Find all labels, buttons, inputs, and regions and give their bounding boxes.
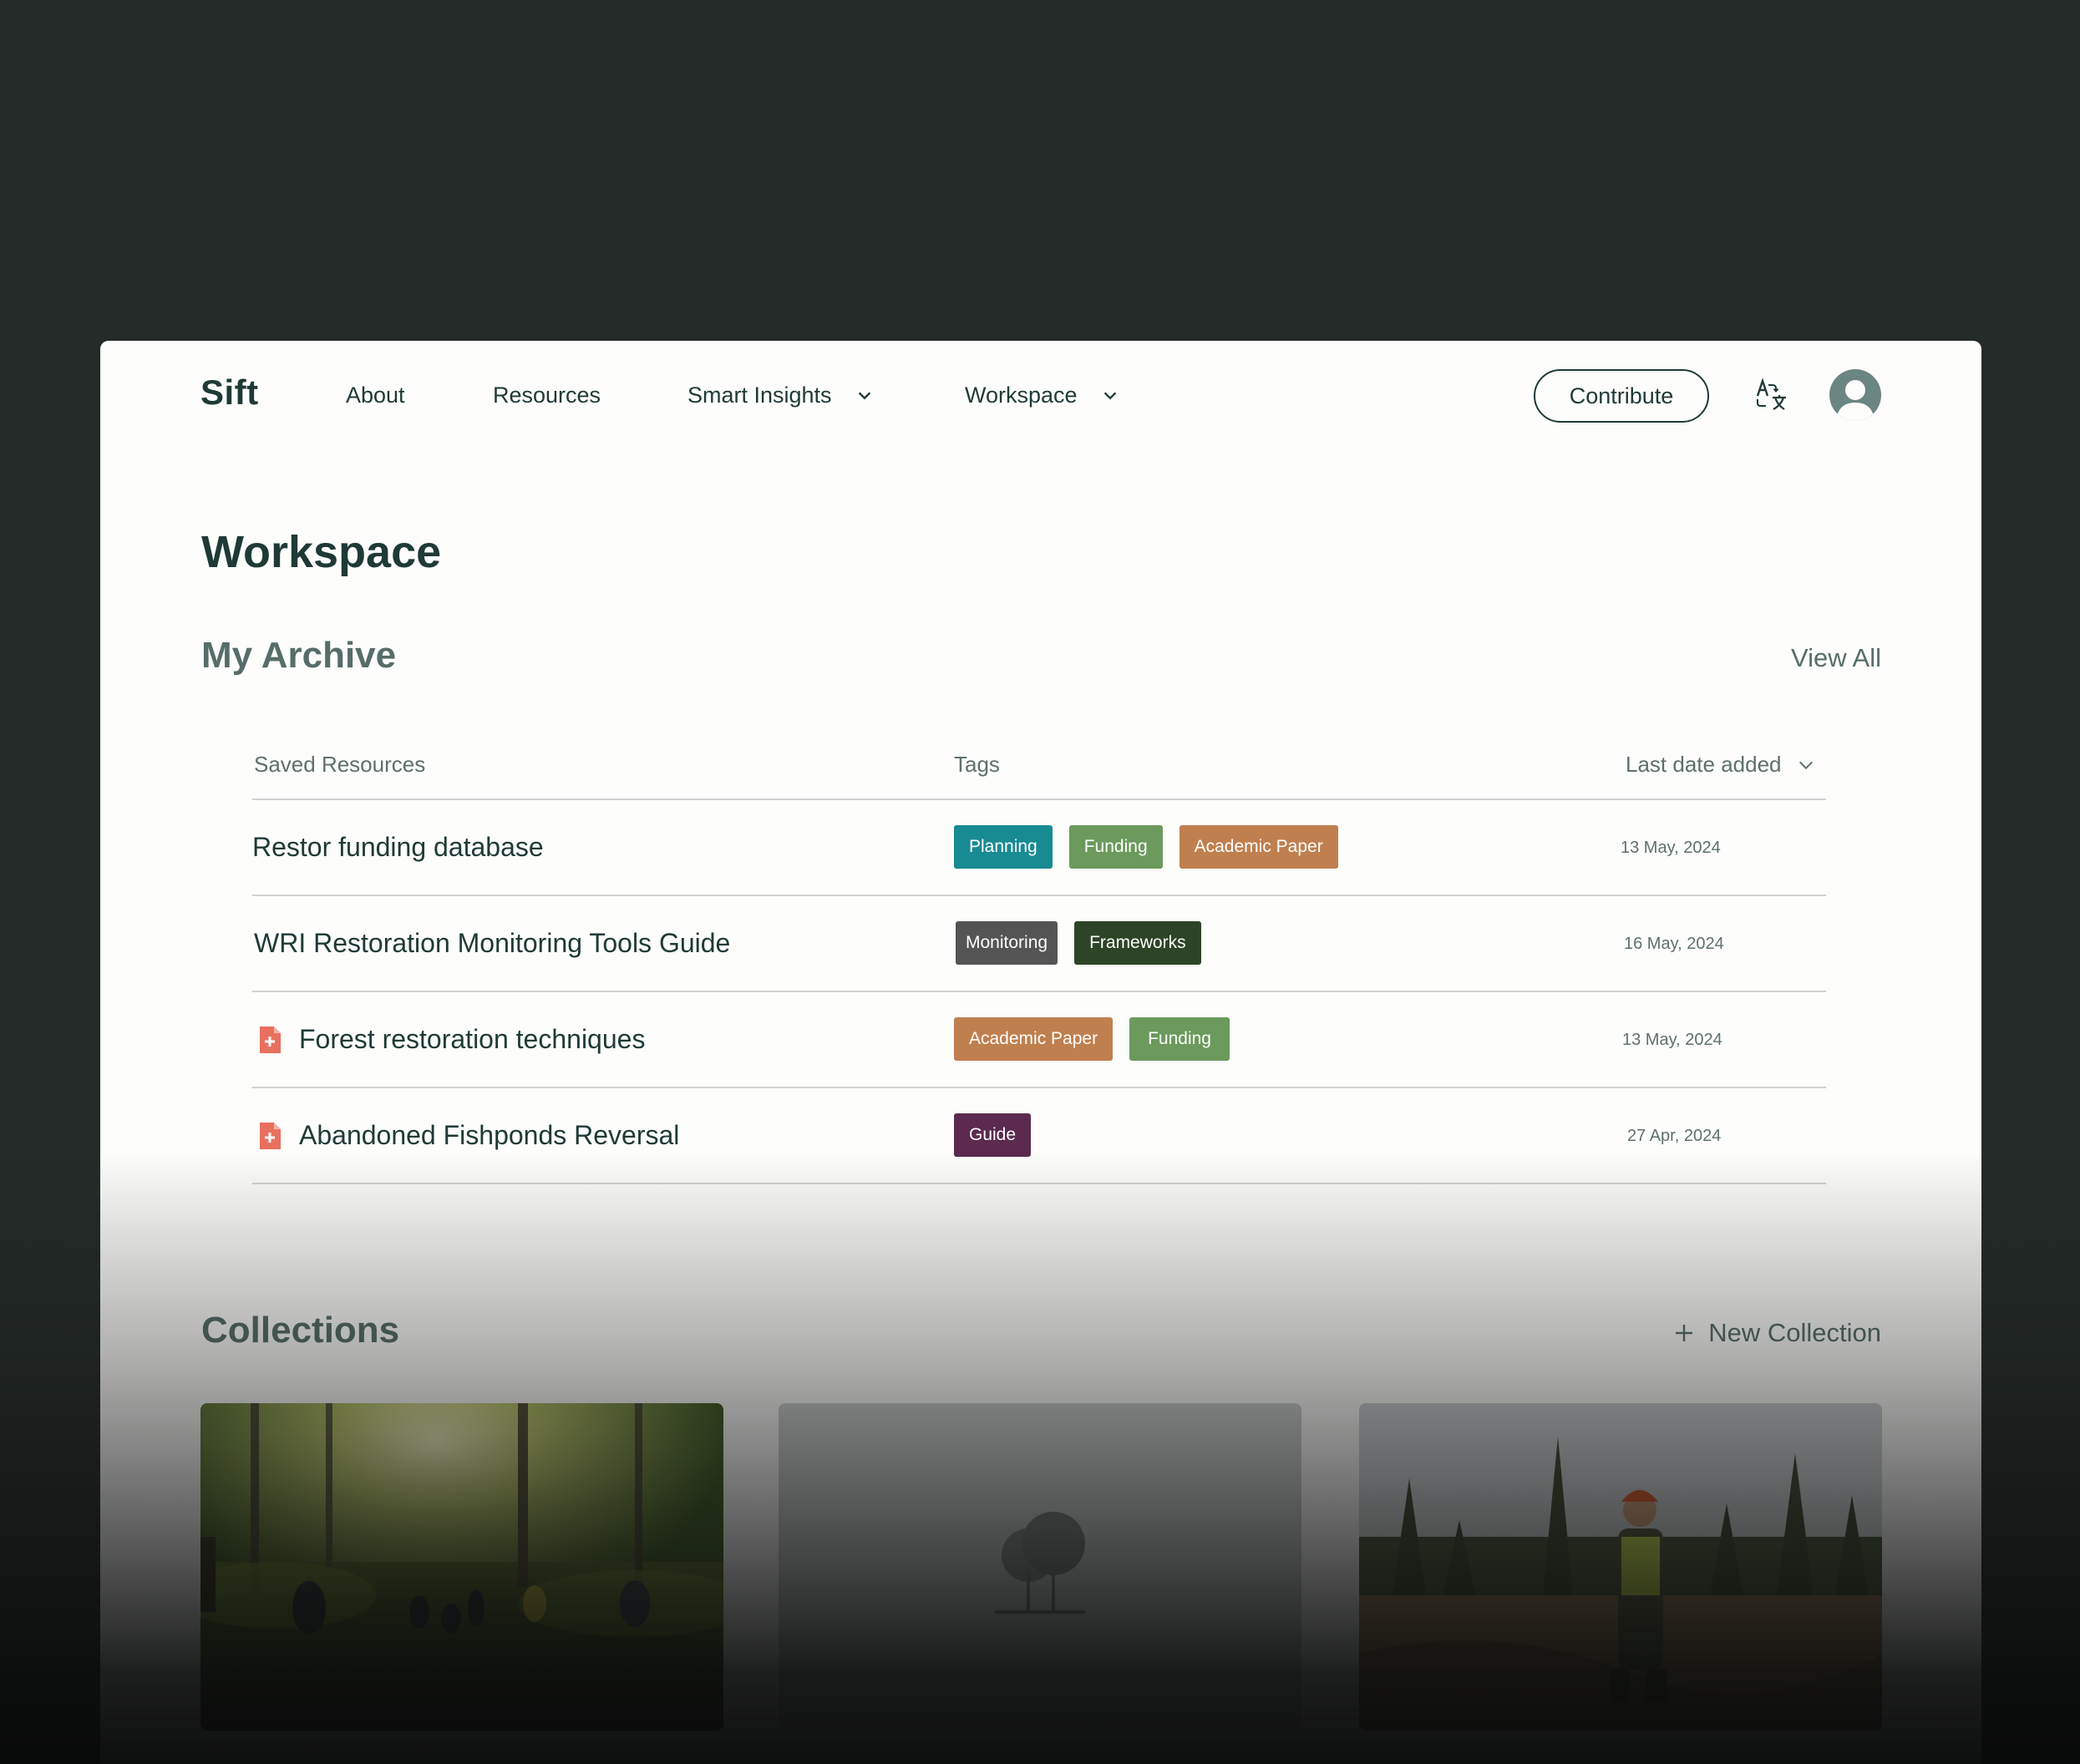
avatar[interactable] [1829,369,1881,421]
column-tags: Tags [954,752,1000,777]
resource-title[interactable]: Restor funding database [252,832,544,863]
tag-frameworks[interactable]: Frameworks [1074,921,1201,965]
tag-planning[interactable]: Planning [954,825,1053,869]
date-added: 13 May, 2024 [1622,1031,1722,1049]
date-added: 13 May, 2024 [1621,839,1721,857]
nav-resources-label: Resources [493,383,601,408]
nav-about-label: About [346,383,405,408]
table-row[interactable]: Restor funding database Planning Funding… [252,800,1826,896]
view-all-link[interactable]: View All [1791,643,1881,673]
page-title: Workspace [201,527,442,577]
chevron-down-icon [858,391,870,399]
table-row[interactable]: WRI Restoration Monitoring Tools Guide M… [252,896,1826,992]
pdf-file-icon [260,1122,281,1149]
collection-card-image[interactable] [200,1403,723,1731]
archive-title: My Archive [201,635,397,676]
table-row[interactable]: Abandoned Fishponds Reversal Guide 27 Ap… [252,1088,1826,1184]
translate-icon[interactable] [1754,378,1789,413]
date-added: 27 Apr, 2024 [1627,1127,1722,1145]
tag-academic-paper[interactable]: Academic Paper [954,1017,1114,1061]
nav-about[interactable]: About [346,383,405,408]
tag-monitoring[interactable]: Monitoring [956,921,1058,965]
new-collection-button[interactable]: New Collection [1675,1318,1881,1348]
nav-smart-insights-label: Smart Insights [687,383,832,408]
workspace-card: Sift About Resources Smart Insights Work… [100,341,1981,1764]
column-date-label: Last date added [1626,752,1782,777]
tree-icon [995,1512,1085,1614]
table-row[interactable]: Forest restoration techniques Academic P… [252,992,1826,1088]
contribute-button[interactable]: Contribute [1534,369,1709,423]
tag-funding[interactable]: Funding [1129,1017,1230,1061]
tag-funding[interactable]: Funding [1068,825,1163,869]
collection-card-placeholder[interactable] [779,1403,1301,1731]
resource-title-text: WRI Restoration Monitoring Tools Guide [254,928,731,958]
resource-title-text: Forest restoration techniques [299,1024,646,1054]
column-saved-resources: Saved Resources [254,752,426,777]
tag-list: Planning Funding Academic Paper [954,825,1338,869]
table-header: Saved Resources Tags Last date added [252,740,1826,800]
chevron-down-icon [1798,761,1813,769]
nav-workspace[interactable]: Workspace [965,383,1119,408]
new-collection-label: New Collection [1708,1318,1881,1347]
tag-list: Monitoring Frameworks [956,921,1201,965]
archive-table: Saved Resources Tags Last date added Res… [252,740,1826,1184]
nav-workspace-label: Workspace [965,383,1078,408]
plus-icon [1676,1325,1693,1341]
tag-guide[interactable]: Guide [954,1113,1032,1157]
collections-title: Collections [201,1310,400,1351]
collection-card-image[interactable] [1359,1403,1882,1731]
date-added: 16 May, 2024 [1624,935,1724,953]
pdf-file-icon [260,1026,281,1053]
resource-title[interactable]: WRI Restoration Monitoring Tools Guide [254,928,730,959]
tag-list: Academic Paper Funding [954,1017,1230,1061]
sort-last-date-added[interactable]: Last date added [1626,752,1815,778]
resource-title-text: Restor funding database [252,832,544,862]
resource-title[interactable]: Forest restoration techniques [257,1024,645,1055]
nav-smart-insights[interactable]: Smart Insights [687,383,874,408]
user-icon [1836,380,1875,421]
tag-list: Guide [954,1113,1032,1157]
forest-planting-photo [200,1403,723,1731]
chevron-down-icon [1103,391,1116,399]
forester-photo [1359,1403,1882,1731]
resource-title-text: Abandoned Fishponds Reversal [299,1120,680,1150]
nav-resources[interactable]: Resources [493,383,601,408]
tag-academic-paper[interactable]: Academic Paper [1179,825,1338,869]
resource-title[interactable]: Abandoned Fishponds Reversal [257,1120,679,1151]
logo[interactable]: Sift [200,373,259,413]
top-nav: Sift About Resources Smart Insights Work… [100,341,1981,449]
